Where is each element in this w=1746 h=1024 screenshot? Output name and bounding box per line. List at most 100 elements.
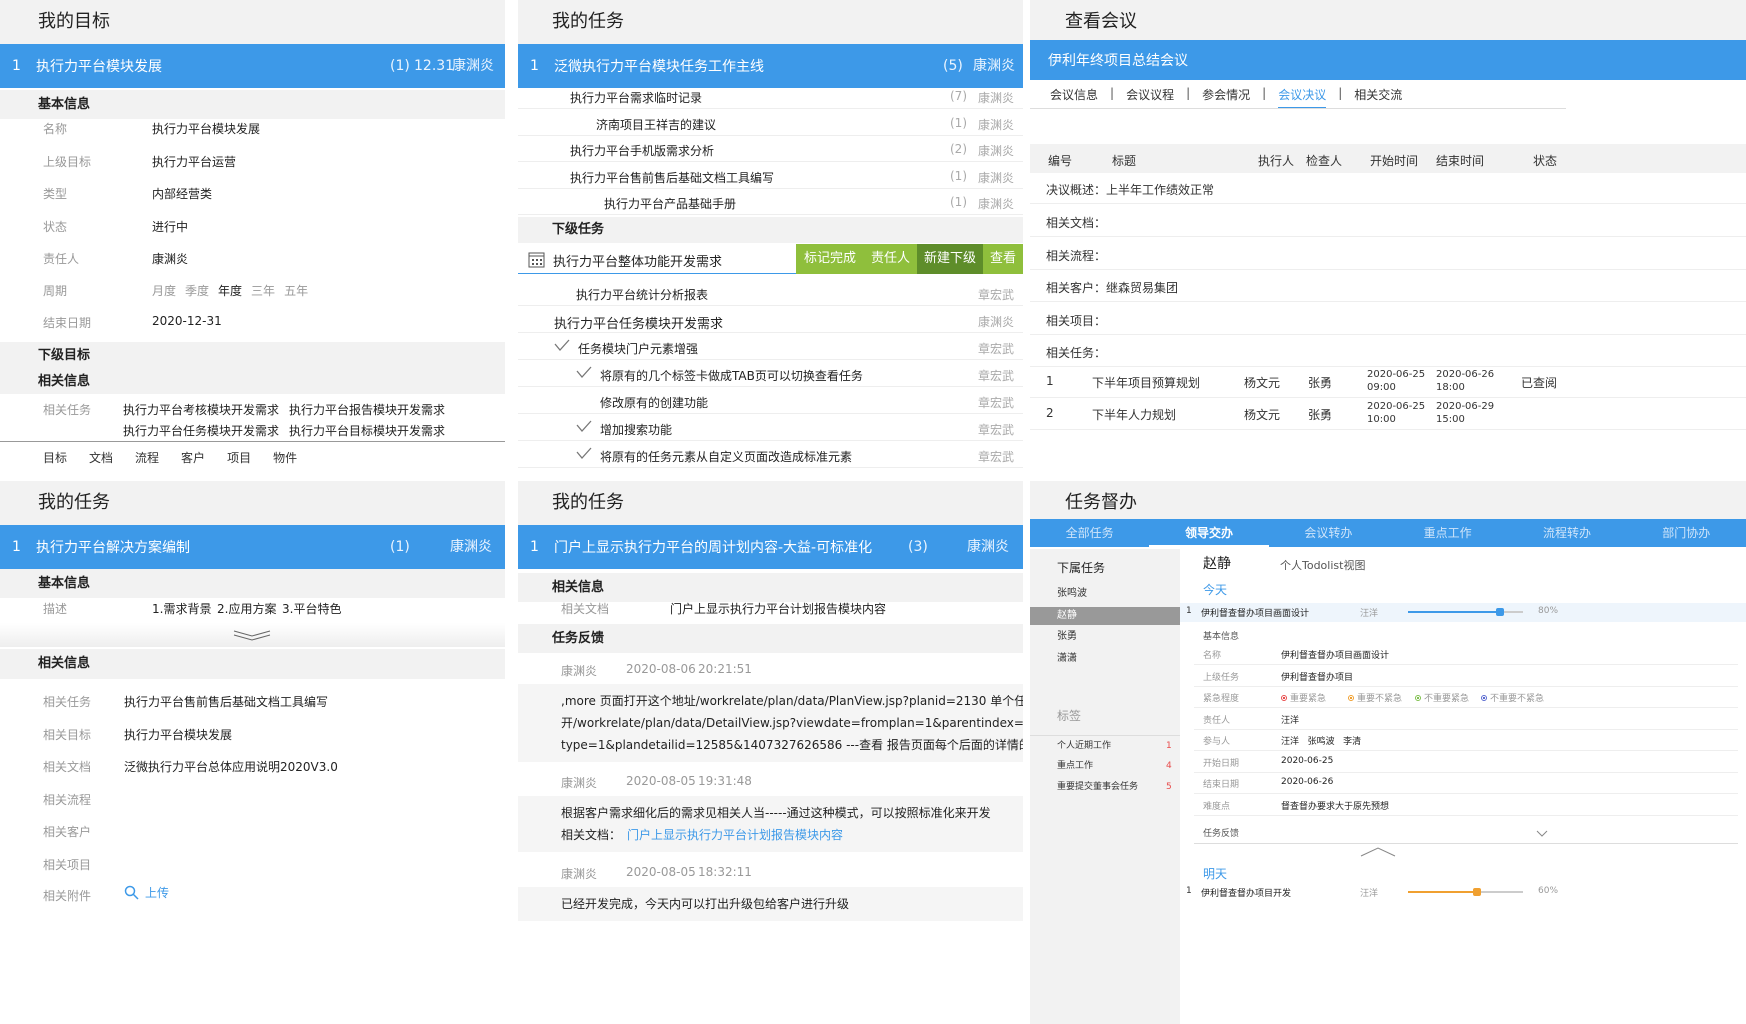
sidebar-person[interactable]: 潇潇 bbox=[1030, 650, 1180, 668]
task-item-owner: 章宏武 bbox=[978, 288, 1015, 302]
goal-header-bar[interactable]: 1 执行力平台模块发展 (1) 12.31 康渊炎 bbox=[0, 44, 505, 88]
sidebar-person[interactable]: 赵静 bbox=[1030, 606, 1180, 625]
urgency-option[interactable]: 重要不紧急 bbox=[1348, 691, 1402, 704]
urgency-option[interactable]: 重要紧急 bbox=[1281, 691, 1326, 704]
period-option[interactable]: 五年 bbox=[284, 284, 308, 298]
period-selector[interactable]: 月度 季度 年度 三年 五年 bbox=[152, 282, 317, 299]
task-header-bar[interactable]: 1 门户上显示执行力平台的周计划内容-大益-可标准化 (3) 康渊炎 bbox=[518, 525, 1023, 569]
meeting-tab[interactable]: 参会情况 bbox=[1202, 86, 1250, 108]
assignee-button[interactable]: 责任人 bbox=[864, 244, 917, 274]
sub-task-row[interactable]: 执行力平台需求临时记录 (7) 康渊炎 bbox=[518, 83, 1023, 109]
progress-handle[interactable] bbox=[1496, 608, 1504, 616]
task-header-bar[interactable]: 1 泛微执行力平台模块任务工作主线 (5) 康渊炎 bbox=[518, 44, 1023, 88]
sidebar-tag[interactable]: 重点工作 4 bbox=[1030, 756, 1180, 776]
related-tab[interactable]: 项目 bbox=[227, 449, 251, 466]
related-tab[interactable]: 文档 bbox=[89, 449, 113, 466]
new-subtask-button[interactable]: 新建下级 bbox=[917, 244, 983, 274]
sidebar-tag[interactable]: 个人近期工作 1 bbox=[1030, 735, 1180, 755]
resolution-row[interactable]: 1 下半年项目预算规划 杨文元 张勇 2020-06-25 09:00 2020-06-26… bbox=[1030, 366, 1746, 398]
mark-complete-button[interactable]: 标记完成 bbox=[796, 244, 864, 274]
panel-title: 我的任务 bbox=[518, 0, 1023, 44]
tab-1[interactable]: 领导交办 bbox=[1149, 519, 1269, 547]
sidebar-person[interactable]: 张鸣波 bbox=[1030, 585, 1180, 603]
related-doc-link[interactable]: 门户上显示执行力平台计划报告模块内容 bbox=[670, 600, 886, 617]
divider bbox=[1194, 750, 1738, 751]
sub-task-row[interactable]: 执行力平台产品基础手册 (1) 康渊炎 bbox=[518, 189, 1023, 215]
task-owner: 康渊炎 bbox=[973, 58, 1015, 74]
task-item-row[interactable]: 增加搜索功能 章宏武 bbox=[518, 414, 1023, 441]
related-task-link[interactable]: 执行力平台目标模块开发需求 bbox=[289, 422, 445, 439]
row-number: 1 bbox=[12, 539, 21, 555]
related-task-link[interactable]: 执行力平台考核模块开发需求 bbox=[123, 401, 279, 418]
period-option[interactable]: 年度 bbox=[218, 284, 242, 298]
tab-4[interactable]: 流程转办 bbox=[1507, 519, 1626, 547]
sub-task-owner: 康渊炎 bbox=[978, 144, 1015, 158]
column-header: 状态 bbox=[1533, 154, 1558, 168]
task-assignee: 汪洋 bbox=[1360, 609, 1379, 619]
panel-title: 查看会议 bbox=[1030, 0, 1746, 44]
highlighted-task-row[interactable]: 执行力平台整体功能开发需求 标记完成 责任人 新建下级 查看 bbox=[518, 244, 1023, 274]
sub-task-row[interactable]: 执行力平台售前售后基础文档工具编写 (1) 康渊炎 bbox=[518, 163, 1023, 189]
task-item-row[interactable]: 修改原有的创建功能 章宏武 bbox=[518, 387, 1023, 414]
field-value[interactable]: 泛微执行力平台总体应用说明2020V3.0 bbox=[124, 758, 338, 775]
feedback-text: 根据客户需求细化后的需求见相关人当-----通过这种模式，可以按照标准化来开发 bbox=[561, 806, 991, 820]
cell-title: 下半年人力规划 bbox=[1092, 408, 1177, 422]
basic-info-label: 基本信息 bbox=[1203, 632, 1240, 642]
task-header-bar[interactable]: 1 执行力平台解决方案编制 (1) 康渊炎 bbox=[0, 525, 505, 569]
task-item-row[interactable]: 任务模块门户元素增强 章宏武 bbox=[518, 333, 1023, 360]
task-title: 执行力平台解决方案编制 bbox=[36, 540, 190, 556]
meeting-tab[interactable]: 会议决议 bbox=[1278, 86, 1327, 108]
task-row[interactable]: 1 伊利督查督办项目画面设计 汪洋 80% bbox=[1180, 603, 1746, 622]
task-count: (1) bbox=[390, 539, 410, 555]
period-option[interactable]: 三年 bbox=[251, 284, 275, 298]
field-value[interactable]: 执行力平台模块发展 bbox=[124, 726, 232, 743]
sub-task-row[interactable]: 执行力平台手机版需求分析 (2) 康渊炎 bbox=[518, 136, 1023, 162]
field-value[interactable]: 执行力平台售前售后基础文档工具编写 bbox=[124, 693, 328, 710]
related-tab[interactable]: 物件 bbox=[273, 449, 297, 466]
tab-0[interactable]: 全部任务 bbox=[1030, 519, 1149, 547]
chevron-down-icon[interactable] bbox=[1536, 830, 1548, 838]
cell-start_t: 09:00 bbox=[1367, 382, 1396, 393]
task-item-row[interactable]: 执行力平台任务模块开发需求 康渊炎 bbox=[518, 306, 1023, 333]
related-tab[interactable]: 客户 bbox=[181, 449, 205, 466]
cell-start_t: 10:00 bbox=[1367, 414, 1396, 425]
sidebar-person[interactable]: 张勇 bbox=[1030, 628, 1180, 646]
sub-task-row[interactable]: 济南项目王祥吉的建议 (1) 康渊炎 bbox=[518, 110, 1023, 136]
tab-separator: | bbox=[1262, 86, 1267, 100]
urgency-option[interactable]: 不重要不紧急 bbox=[1481, 691, 1544, 704]
task-owner: 康渊炎 bbox=[967, 539, 1009, 555]
task-item-row[interactable]: 将原有的任务元素从自定义页面改造成标准元素 章宏武 bbox=[518, 441, 1023, 468]
feedback-text: 开/workrelate/plan/data/DetailView.jsp?vi… bbox=[561, 716, 1023, 730]
section-basic-info: 基本信息 bbox=[0, 90, 505, 119]
sidebar-tag[interactable]: 重要提交董事会任务 5 bbox=[1030, 777, 1180, 797]
upload-button[interactable]: 上传 bbox=[124, 884, 169, 901]
field-label: 责任人 bbox=[1203, 715, 1231, 726]
period-option[interactable]: 季度 bbox=[185, 284, 209, 298]
tab-5[interactable]: 部门协办 bbox=[1627, 519, 1746, 547]
resolution-row[interactable]: 2 下半年人力规划 杨文元 张勇 2020-06-25 10:00 2020-06-29 15… bbox=[1030, 398, 1746, 430]
meeting-tab[interactable]: 相关交流 bbox=[1354, 86, 1402, 108]
chevron-up-icon[interactable] bbox=[1360, 847, 1396, 857]
cell-end: 2020-06-26 bbox=[1436, 369, 1495, 380]
field-value: 内部经营类 bbox=[152, 187, 213, 201]
urgency-option[interactable]: 不重要紧急 bbox=[1415, 691, 1469, 704]
task-item-row[interactable]: 执行力平台统计分析报表 章宏武 bbox=[518, 279, 1023, 306]
related-tab[interactable]: 目标 bbox=[43, 449, 67, 466]
feedback-doc-link[interactable]: 门户上显示执行力平台计划报告模块内容 bbox=[627, 828, 843, 842]
meeting-tab[interactable]: 会议议程 bbox=[1126, 86, 1174, 108]
progress-percent: 80% bbox=[1538, 606, 1559, 616]
view-button[interactable]: 查看 bbox=[983, 244, 1023, 274]
related-tab[interactable]: 流程 bbox=[135, 449, 159, 466]
related-task-link[interactable]: 执行力平台任务模块开发需求 bbox=[123, 422, 279, 439]
task-row[interactable]: 1 伊利督查督办项目开发 汪洋 60% bbox=[1180, 883, 1746, 902]
section-sub-goals[interactable]: 下级目标 bbox=[0, 342, 505, 369]
tab-3[interactable]: 重点工作 bbox=[1388, 519, 1507, 547]
tab-2[interactable]: 会议转办 bbox=[1269, 519, 1388, 547]
period-option[interactable]: 月度 bbox=[152, 284, 176, 298]
task-item-row[interactable]: 将原有的几个标签卡做成TAB页可以切换查看任务 章宏武 bbox=[518, 360, 1023, 387]
related-task-link[interactable]: 执行力平台报告模块开发需求 bbox=[289, 401, 445, 418]
meeting-tab[interactable]: 会议信息 bbox=[1050, 86, 1098, 108]
expand-handle[interactable] bbox=[0, 623, 505, 647]
progress-handle[interactable] bbox=[1473, 888, 1481, 896]
field-label: 难度点 bbox=[1203, 801, 1231, 812]
